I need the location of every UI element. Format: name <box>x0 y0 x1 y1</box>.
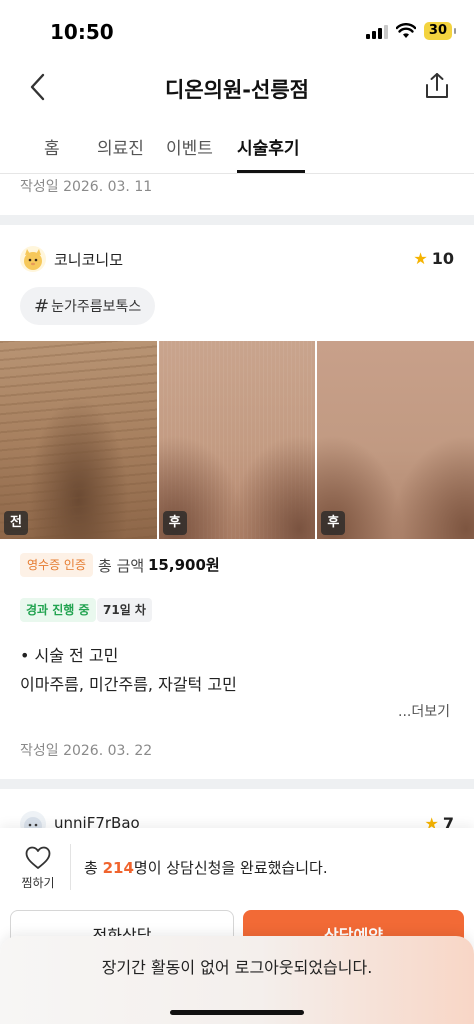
photo-tag-before: 전 <box>4 511 28 535</box>
section-divider <box>0 215 474 225</box>
review-rating: ★ 10 <box>413 249 454 268</box>
previous-review-date: 작성일 2026. 03. 11 <box>20 179 153 195</box>
total-price-value: 15,900원 <box>148 556 220 574</box>
review-text-line: 이마주름, 미간주름, 자갈턱 고민 <box>20 675 237 694</box>
toast-message: 장기간 활동이 없어 로그아웃되었습니다. <box>101 958 373 977</box>
consult-text-prefix: 총 <box>84 859 103 877</box>
active-tab-indicator <box>237 170 305 173</box>
status-icons: 30 <box>365 22 457 40</box>
divider <box>70 844 71 890</box>
review-photo-after[interactable]: 후 <box>317 341 474 539</box>
progress-status-badge: 경과 진행 중 <box>20 598 96 622</box>
home-indicator <box>170 1010 304 1015</box>
wifi-icon <box>395 23 416 38</box>
tab-home[interactable]: 홈 <box>44 134 60 159</box>
photo-tag-after: 후 <box>321 511 346 535</box>
avatar-character-icon <box>20 246 46 272</box>
heart-icon <box>25 846 51 869</box>
status-bar: 10:50 30 <box>0 0 474 62</box>
cellular-signal-icon <box>365 23 388 39</box>
receipt-verified-badge: 영수증 인증 <box>20 553 94 577</box>
consult-count-text: 총 214명이 상담신청을 완료했습니다. <box>84 857 328 878</box>
tab-events[interactable]: 이벤트 <box>166 134 213 159</box>
star-icon: ★ <box>413 249 428 268</box>
share-icon[interactable] <box>424 72 450 100</box>
status-time: 10:50 <box>50 20 114 44</box>
avatar <box>20 246 46 272</box>
total-price-label: 총 금액 <box>98 557 145 575</box>
tab-bar: 홈 의료진 이벤트 시술후기 <box>0 124 474 174</box>
consult-text-suffix: 명이 상담신청을 완료했습니다. <box>133 859 328 877</box>
review-photo-after[interactable]: 후 <box>158 341 316 539</box>
day-count-badge: 71일 차 <box>97 598 152 622</box>
review-date: 작성일 2026. 03. 22 <box>20 743 153 759</box>
navigation-header: 디온의원-선릉점 <box>0 62 474 114</box>
consult-count: 214 <box>102 859 134 877</box>
review-text-line: • 시술 전 고민 <box>20 646 119 665</box>
tab-doctors[interactable]: 의료진 <box>97 134 144 159</box>
section-divider <box>0 779 474 789</box>
hashtag-chip[interactable]: # 눈가주름보톡스 <box>20 287 156 325</box>
review-author[interactable]: 코니코니모 <box>54 249 123 270</box>
hash-icon: # <box>34 295 50 317</box>
hashtag-label: 눈가주름보톡스 <box>51 299 142 315</box>
tab-reviews[interactable]: 시술후기 <box>237 134 300 159</box>
wishlist-button[interactable]: 찜하기 <box>18 846 58 896</box>
read-more-link[interactable]: ...더보기 <box>398 701 450 721</box>
review-photos: 전 후 후 <box>0 341 474 539</box>
photo-tag-after: 후 <box>162 511 187 535</box>
review-photo-before[interactable]: 전 <box>0 341 157 539</box>
wishlist-label: 찜하기 <box>21 876 55 890</box>
page-title: 디온의원-선릉점 <box>165 78 309 102</box>
rating-value: 10 <box>431 249 454 268</box>
battery-indicator: 30 <box>423 22 457 40</box>
